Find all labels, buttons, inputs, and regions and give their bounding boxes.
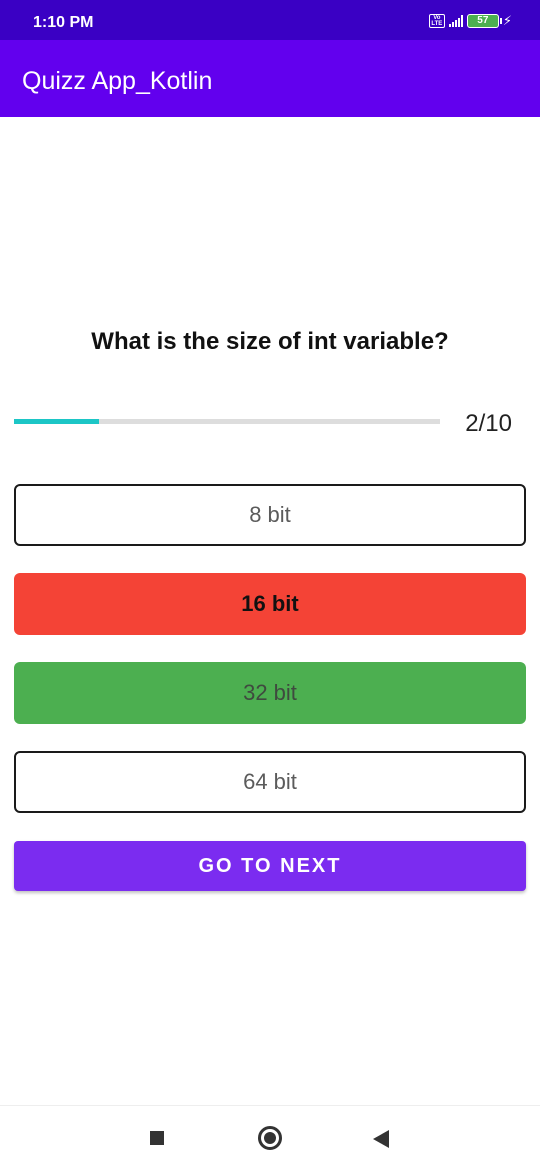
option-1[interactable]: 8 bit bbox=[14, 484, 526, 546]
status-icons: Vo LTE 57 ⚡ bbox=[428, 13, 512, 29]
home-button[interactable] bbox=[240, 1106, 300, 1170]
battery-level: 57 bbox=[477, 15, 489, 26]
app-bar: Quizz App_Kotlin bbox=[0, 40, 540, 117]
go-to-next-button[interactable]: GO TO NEXT bbox=[14, 841, 526, 891]
volte-icon: Vo LTE bbox=[428, 14, 445, 28]
app-title: Quizz App_Kotlin bbox=[22, 67, 213, 95]
navigation-bar bbox=[0, 1105, 540, 1170]
battery-icon: 57 bbox=[466, 14, 502, 28]
option-label: 8 bit bbox=[249, 502, 291, 527]
option-label: 16 bit bbox=[241, 591, 299, 616]
charging-icon: ⚡ bbox=[502, 13, 512, 28]
home-circle-icon bbox=[258, 1126, 282, 1150]
signal-icon bbox=[448, 15, 463, 27]
option-label: 64 bit bbox=[243, 769, 297, 794]
question-text: What is the size of int variable? bbox=[91, 328, 449, 355]
recents-square-icon bbox=[150, 1131, 164, 1145]
progress-label: 2/10 bbox=[465, 410, 512, 437]
back-button[interactable] bbox=[352, 1106, 412, 1170]
option-3[interactable]: 32 bit bbox=[14, 662, 526, 724]
back-triangle-icon bbox=[373, 1130, 389, 1148]
option-4[interactable]: 64 bit bbox=[14, 751, 526, 813]
progress-bar bbox=[14, 419, 440, 424]
option-2[interactable]: 16 bit bbox=[14, 573, 526, 635]
option-label: 32 bit bbox=[243, 680, 297, 705]
recents-button[interactable] bbox=[127, 1106, 187, 1170]
progress-fill bbox=[14, 419, 100, 424]
status-bar: 1:10 PM Vo LTE 57 ⚡ bbox=[0, 0, 540, 40]
status-time: 1:10 PM bbox=[33, 14, 94, 31]
